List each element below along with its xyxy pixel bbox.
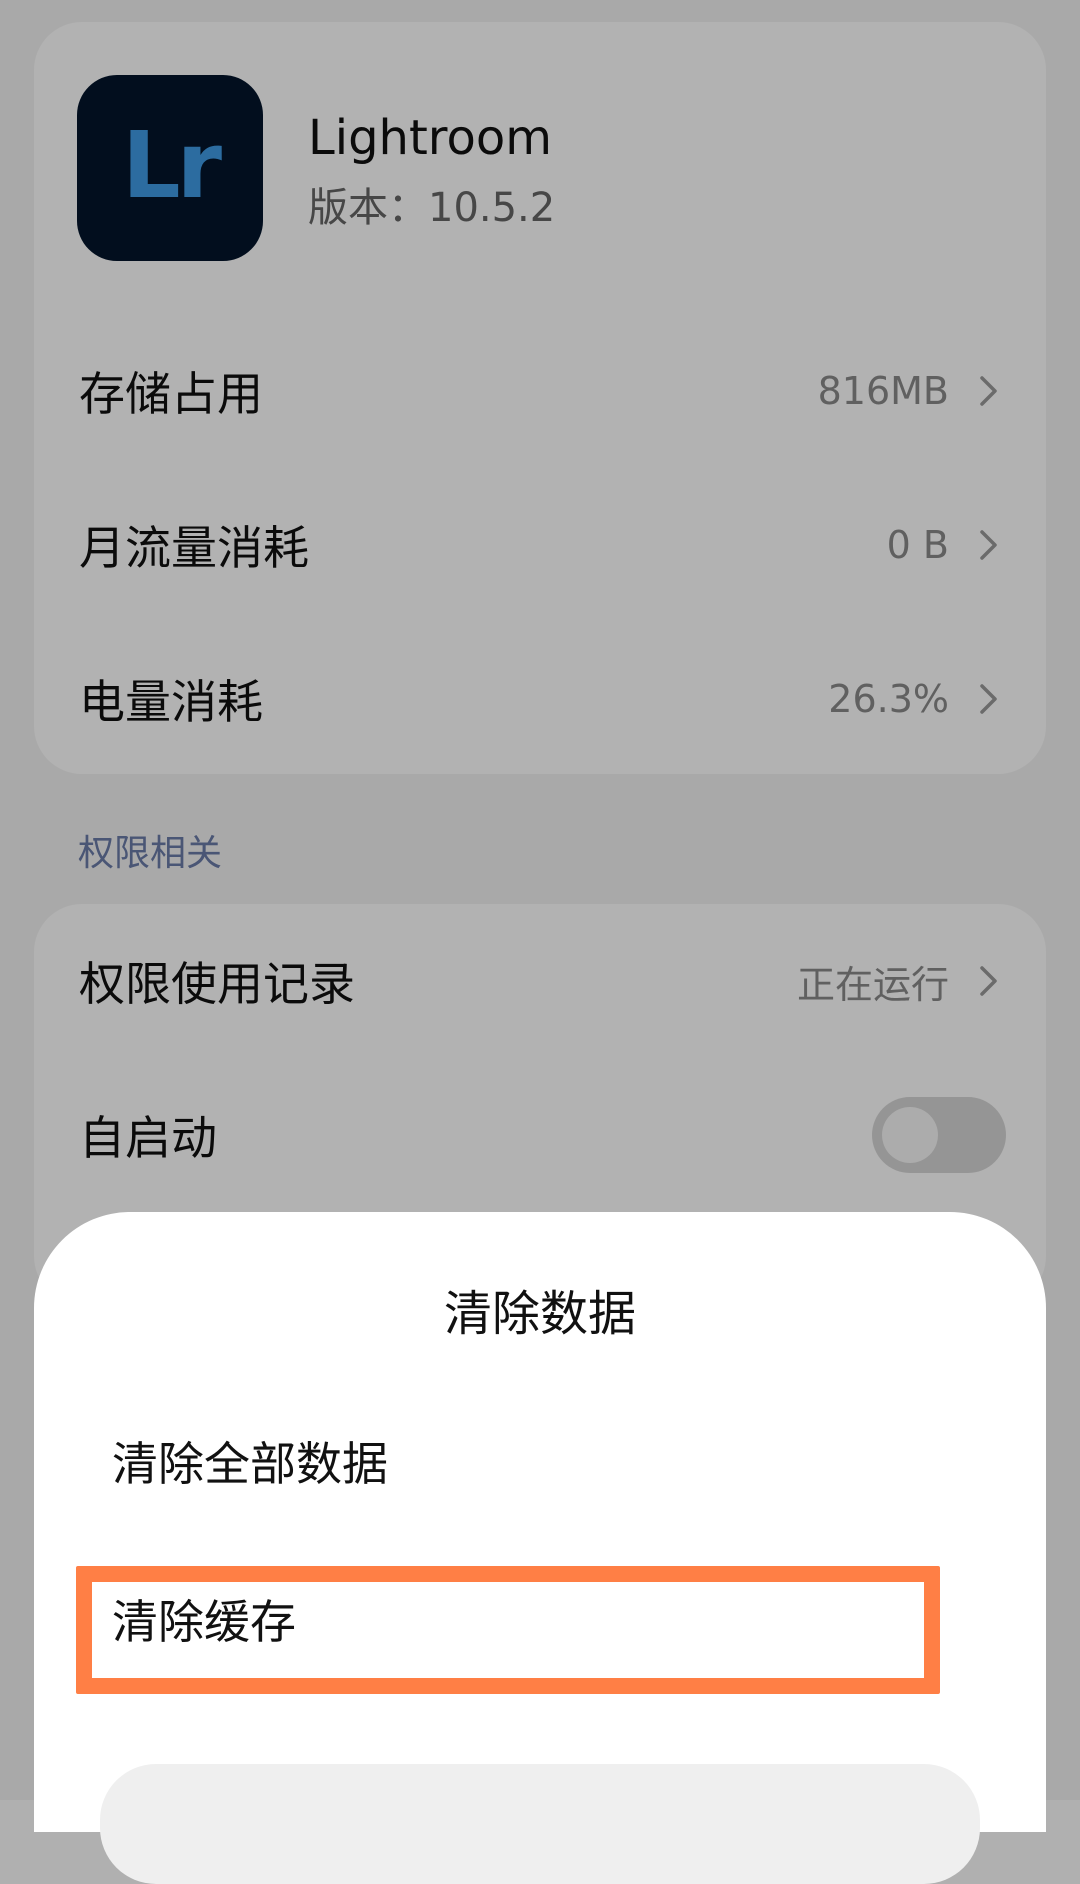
clear-cache-option[interactable]: 清除缓存 [112, 1592, 296, 1652]
clear-all-data-option[interactable]: 清除全部数据 [112, 1434, 388, 1494]
clear-data-sheet: 清除数据 清除全部数据 清除缓存 [34, 1212, 1046, 1884]
cancel-button[interactable] [100, 1764, 980, 1884]
sheet-title: 清除数据 [443, 1286, 636, 1342]
